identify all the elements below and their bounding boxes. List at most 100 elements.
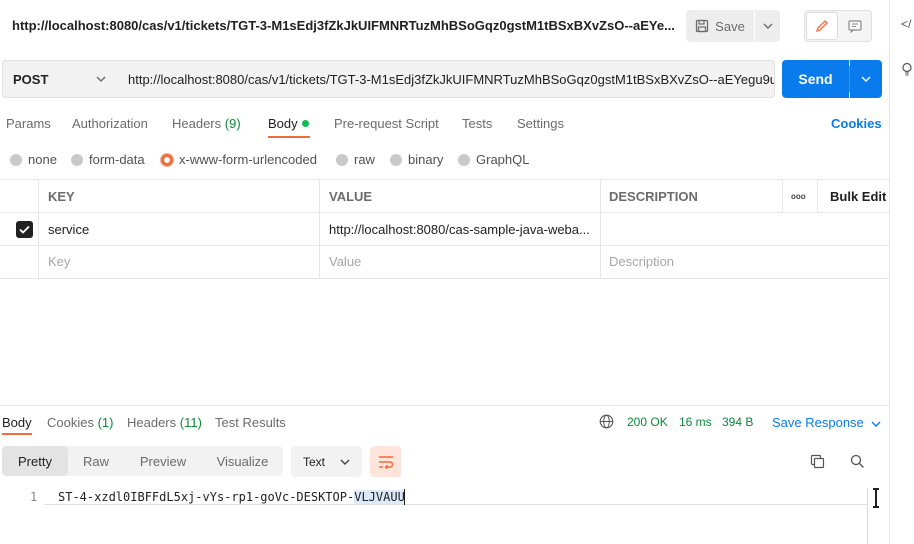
method-label: POST	[13, 71, 49, 87]
response-body-selection: VLJVAUU	[354, 490, 405, 504]
response-tab-cookies[interactable]: Cookies (1)	[47, 415, 113, 430]
radio-urlencoded-label: x-www-form-urlencoded	[179, 152, 317, 167]
response-tab-body[interactable]: Body	[2, 415, 32, 430]
table-border-bottom	[0, 278, 889, 279]
response-size[interactable]: 394 B	[722, 415, 753, 429]
radio-dot	[336, 153, 348, 166]
column-header-value: VALUE	[329, 189, 373, 204]
radio-dot	[458, 153, 470, 166]
comments-button[interactable]	[840, 12, 870, 40]
column-header-key: KEY	[48, 189, 75, 204]
param-key-cell[interactable]: service	[48, 222, 89, 237]
globe-icon[interactable]	[599, 414, 614, 432]
text-cursor	[404, 489, 405, 505]
tab-body[interactable]: Body	[268, 116, 309, 131]
code-icon[interactable]: </	[901, 17, 911, 31]
save-response-button[interactable]: Save Response	[772, 415, 881, 430]
pencil-icon	[815, 20, 828, 33]
editor-scrollbar[interactable]	[867, 488, 868, 544]
line-number: 1	[30, 490, 38, 504]
response-body-text[interactable]: ST-4-xzdl0IBFFdL5xj-vYs-rp1-goVc-DESKTOP…	[58, 490, 405, 504]
column-divider	[319, 179, 320, 279]
response-tab-headers-label: Headers	[127, 415, 177, 430]
save-label: Save	[715, 18, 745, 34]
radio-raw[interactable]: raw	[336, 152, 375, 167]
description-placeholder[interactable]: Description	[609, 254, 674, 269]
format-select[interactable]: Text	[291, 446, 362, 477]
tab-params[interactable]: Params	[6, 116, 51, 131]
radio-form-data-label: form-data	[89, 152, 145, 167]
chevron-down-icon	[763, 23, 772, 29]
editor-line-rule	[44, 504, 868, 505]
send-dropdown-button[interactable]	[850, 60, 882, 98]
response-active-tab-indicator	[2, 433, 32, 435]
tab-settings[interactable]: Settings	[517, 116, 564, 131]
tab-tests[interactable]: Tests	[462, 116, 492, 131]
radio-none-label: none	[28, 152, 57, 167]
save-dropdown-button[interactable]	[755, 10, 780, 42]
method-select[interactable]: POST	[2, 60, 117, 98]
lightbulb-icon[interactable]	[901, 62, 913, 79]
active-tab-indicator	[268, 136, 310, 138]
tab-headers-label: Headers	[172, 116, 222, 131]
response-tab-cookies-count: (1)	[97, 415, 114, 430]
radio-urlencoded[interactable]: x-www-form-urlencoded	[161, 152, 317, 167]
send-divider	[849, 66, 850, 92]
value-placeholder[interactable]: Value	[329, 254, 361, 269]
radio-dot-selected	[161, 153, 173, 166]
response-tab-test-results[interactable]: Test Results	[215, 415, 286, 430]
body-indicator-dot	[301, 120, 309, 127]
save-response-label: Save Response	[772, 415, 864, 430]
column-divider	[782, 179, 783, 213]
key-placeholder[interactable]: Key	[48, 254, 70, 269]
response-body-plain: ST-4-xzdl0IBFFdL5xj-vYs-rp1-goVc-DESKTOP…	[58, 490, 355, 504]
radio-dot	[71, 153, 83, 166]
more-options-icon[interactable]: ooo	[791, 192, 806, 201]
param-value-cell[interactable]: http://localhost:8080/cas-sample-java-we…	[329, 222, 590, 237]
view-visualize-button[interactable]: Visualize	[202, 446, 283, 476]
search-icon[interactable]	[850, 454, 865, 472]
tab-prerequest-script[interactable]: Pre-request Script	[334, 116, 439, 131]
radio-graphql[interactable]: GraphQL	[458, 152, 529, 167]
radio-binary[interactable]: binary	[390, 152, 443, 167]
column-divider	[600, 179, 601, 279]
cookies-link[interactable]: Cookies	[831, 116, 882, 131]
response-tab-headers[interactable]: Headers (11)	[127, 415, 202, 430]
copy-icon[interactable]	[810, 454, 825, 472]
wrap-lines-button[interactable]	[370, 446, 401, 477]
view-raw-button[interactable]: Raw	[68, 446, 124, 476]
checkmark-icon	[19, 225, 30, 234]
request-title: http://localhost:8080/cas/v1/tickets/TGT…	[12, 18, 675, 33]
tab-headers[interactable]: Headers (9)	[172, 116, 241, 131]
view-preview-button[interactable]: Preview	[124, 446, 202, 476]
response-tab-cookies-label: Cookies	[47, 415, 94, 430]
format-label: Text	[303, 454, 326, 469]
response-time[interactable]: 16 ms	[679, 415, 712, 429]
status-code[interactable]: 200 OK	[627, 415, 668, 429]
radio-raw-label: raw	[354, 152, 375, 167]
response-divider	[0, 405, 889, 406]
chevron-down-icon	[340, 459, 350, 465]
radio-binary-label: binary	[408, 152, 444, 167]
column-header-description: DESCRIPTION	[609, 189, 698, 204]
url-input[interactable]: http://localhost:8080/cas/v1/tickets/TGT…	[116, 60, 775, 98]
send-button[interactable]: Send	[782, 60, 849, 98]
radio-form-data[interactable]: form-data	[71, 152, 145, 167]
save-button[interactable]: Save	[686, 10, 754, 42]
column-divider	[817, 179, 818, 213]
table-header-divider	[0, 212, 889, 213]
row-checkbox[interactable]	[16, 221, 33, 238]
tab-authorization[interactable]: Authorization	[72, 116, 148, 131]
ibeam-cursor-icon	[872, 488, 880, 508]
table-row-divider	[0, 245, 889, 246]
radio-dot	[10, 153, 22, 166]
column-divider	[38, 179, 39, 279]
bulk-edit-button[interactable]: Bulk Edit	[830, 189, 886, 204]
chevron-down-icon	[861, 76, 871, 82]
view-pretty-button[interactable]: Pretty	[2, 446, 68, 476]
tab-headers-count: (9)	[224, 116, 241, 131]
floppy-disk-icon	[696, 19, 709, 33]
edit-button[interactable]	[806, 12, 838, 40]
wrap-lines-icon	[378, 455, 393, 469]
radio-none[interactable]: none	[10, 152, 57, 167]
